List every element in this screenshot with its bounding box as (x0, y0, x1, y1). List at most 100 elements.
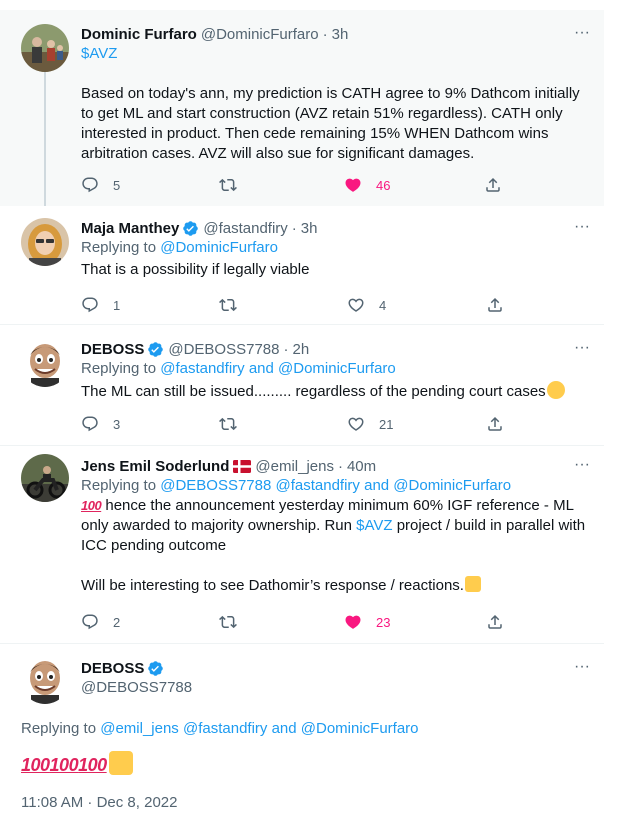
avatar-deboss[interactable] (21, 339, 69, 387)
like-count: 23 (376, 614, 391, 630)
like-icon (347, 415, 365, 433)
reply-count: 3 (113, 416, 121, 432)
retweet-icon (219, 176, 237, 194)
hundred-points-emoji-icon: 100 (49, 755, 79, 775)
more-options-icon[interactable]: ··· (574, 339, 590, 357)
replying-to-link[interactable]: @DEBOSS7788 @fastandfiry and @DominicFur… (160, 477, 511, 494)
like-button[interactable]: 46 (344, 176, 390, 194)
retweet-button[interactable] (219, 415, 251, 433)
retweet-button[interactable] (219, 176, 251, 194)
reply-button[interactable]: 2 (81, 613, 120, 631)
more-options-icon[interactable]: ··· (574, 24, 590, 42)
author-handle[interactable]: @DominicFurfaro (201, 26, 319, 43)
tweet-actions: 5 46 (81, 176, 501, 196)
retweet-button[interactable] (219, 296, 251, 314)
reply-button[interactable]: 3 (81, 415, 120, 433)
tweet-text: 100 hence the announcement yesterday min… (81, 497, 590, 554)
cashtag-link[interactable]: $AVZ (81, 44, 590, 64)
verified-badge-icon (147, 341, 164, 358)
reply-button[interactable]: 5 (81, 176, 120, 194)
reply-icon (81, 296, 99, 314)
reply-icon (81, 415, 99, 433)
share-icon (486, 415, 504, 433)
author-handle[interactable]: @fastandfiry (203, 220, 287, 237)
like-button[interactable]: 4 (347, 296, 386, 314)
author-handle[interactable]: @DEBOSS7788 (168, 341, 279, 358)
tweet-time[interactable]: 3h (301, 220, 318, 237)
share-icon (486, 296, 504, 314)
hundred-points-emoji-icon: 100 (21, 755, 50, 775)
tweet-time[interactable]: 2h (292, 341, 309, 358)
author-name[interactable]: Maja Manthey (81, 220, 179, 237)
tweet-text: The ML can still be issued......... rega… (81, 381, 590, 402)
avatar-dominic[interactable] (21, 24, 69, 72)
tweet-text: That is a possibility if legally viable (81, 261, 310, 278)
share-icon (486, 613, 504, 631)
avatar-jens[interactable] (21, 454, 69, 502)
verified-badge-icon (182, 220, 199, 237)
tweet-maja[interactable]: Maja Manthey @fastandfiry · 3h ··· Reply… (0, 206, 604, 325)
tweet-dominic[interactable]: Dominic Furfaro @DominicFurfaro · 3h ···… (0, 10, 604, 206)
replying-to-link[interactable]: @emil_jens @fastandfiry and @DominicFurf… (100, 720, 418, 737)
reply-count: 5 (113, 177, 121, 193)
share-button[interactable] (486, 296, 504, 314)
retweet-icon (219, 613, 237, 631)
hundred-points-emoji-icon: 100 (78, 755, 107, 775)
tweet-timestamp[interactable]: 11:08 AM · Dec 8, 2022 (21, 794, 177, 811)
denmark-flag-icon (233, 459, 252, 473)
tweet-jens[interactable]: Jens Emil Soderlund @emil_jens · 40m ···… (0, 446, 604, 644)
avatar-deboss-main[interactable] (21, 656, 69, 704)
tweet-text: Based on today's ann, my prediction is C… (81, 85, 584, 162)
reply-icon (81, 176, 99, 194)
thread-line (44, 68, 46, 206)
share-button[interactable] (486, 415, 504, 433)
like-count: 4 (379, 297, 387, 313)
tweet-text-continued: Will be interesting to see Dathomir’s re… (81, 576, 590, 596)
thumbs-up-emoji-icon (108, 751, 133, 775)
author-handle[interactable]: @emil_jens (255, 458, 334, 475)
like-icon (344, 176, 362, 194)
replying-to-link[interactable]: @DominicFurfaro (160, 239, 278, 256)
retweet-icon (219, 415, 237, 433)
replying-to: Replying to @DEBOSS7788 @fastandfiry and… (81, 477, 512, 494)
wink-emoji-icon (546, 381, 565, 399)
tweet-deboss[interactable]: DEBOSS @DEBOSS7788 · 2h ··· Replying to … (0, 325, 604, 446)
cashtag-link[interactable]: $AVZ (356, 517, 392, 534)
replying-to: Replying to @fastandfiry and @DominicFur… (81, 360, 396, 377)
more-options-icon[interactable]: ··· (574, 658, 590, 676)
like-count: 46 (376, 177, 391, 193)
retweet-button[interactable] (219, 613, 251, 631)
more-options-icon[interactable]: ··· (574, 218, 590, 236)
reply-icon (81, 613, 99, 631)
thumbs-up-emoji-icon (464, 576, 481, 592)
replying-to-link[interactable]: @fastandfiry and @DominicFurfaro (160, 360, 396, 377)
author-name[interactable]: Jens Emil Soderlund (81, 458, 229, 475)
share-button[interactable] (484, 176, 502, 194)
replying-to: Replying to @emil_jens @fastandfiry and … (21, 720, 419, 737)
replying-to: Replying to @DominicFurfaro (81, 239, 278, 256)
tweet-actions: 3 21 (81, 415, 501, 435)
tweet-actions: 1 4 (81, 296, 501, 316)
reply-count: 1 (113, 297, 121, 313)
main-tweet: DEBOSS ··· @DEBOSS7788 Replying to @emil… (0, 644, 604, 818)
separator-dot: · (322, 25, 328, 43)
avatar-maja[interactable] (21, 218, 69, 266)
share-button[interactable] (486, 613, 504, 631)
author-name[interactable]: DEBOSS (81, 660, 144, 677)
like-button[interactable]: 21 (347, 415, 393, 433)
tweet-time[interactable]: 40m (347, 458, 376, 475)
more-options-icon[interactable]: ··· (574, 456, 590, 474)
share-icon (484, 176, 502, 194)
reply-button[interactable]: 1 (81, 296, 120, 314)
tweet-time[interactable]: 3h (332, 26, 349, 43)
reply-count: 2 (113, 614, 121, 630)
author-name[interactable]: DEBOSS (81, 341, 144, 358)
tweet-actions: 2 23 (81, 613, 501, 633)
like-button[interactable]: 23 (344, 613, 390, 631)
author-handle[interactable]: @DEBOSS7788 (81, 678, 590, 698)
like-icon (344, 613, 362, 631)
author-name[interactable]: Dominic Furfaro (81, 26, 197, 43)
like-icon (347, 296, 365, 314)
like-count: 21 (379, 416, 394, 432)
verified-badge-icon (147, 660, 164, 677)
